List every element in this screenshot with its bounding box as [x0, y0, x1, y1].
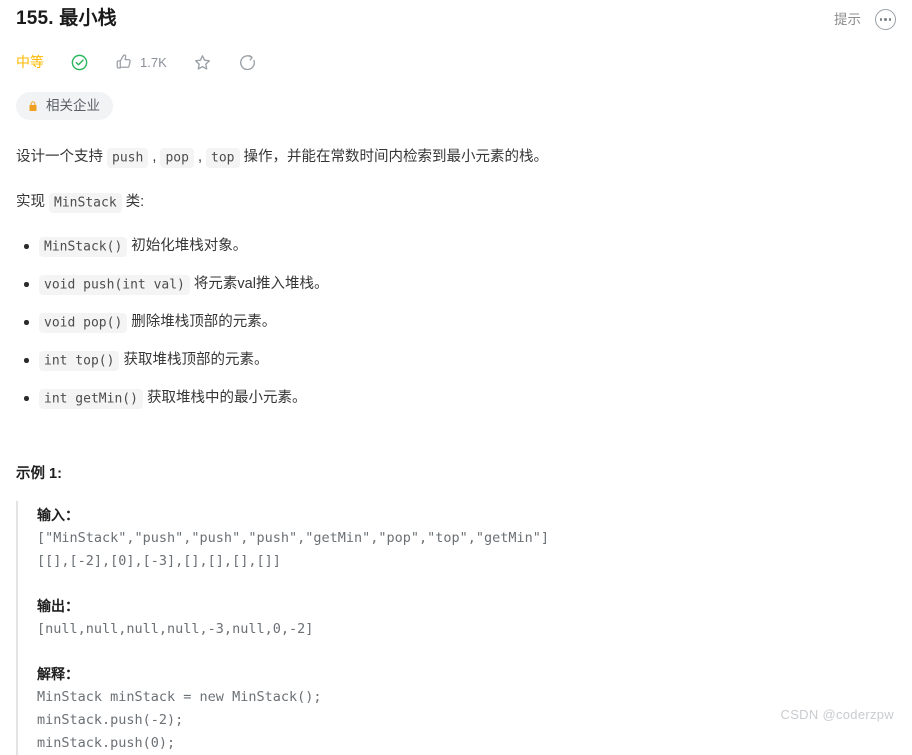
description-paragraph-2: 实现 MinStack 类:: [16, 189, 896, 216]
method-description: 初始化堆栈对象。: [127, 238, 248, 254]
explanation-value: MinStack minStack = new MinStack(); minS…: [37, 689, 322, 751]
method-signature: int top(): [39, 350, 120, 371]
list-item: int getMin() 获取堆栈中的最小元素。: [24, 386, 896, 411]
star-icon: [193, 53, 212, 72]
method-signature: int getMin(): [39, 388, 143, 409]
related-companies-label: 相关企业: [46, 98, 100, 113]
tag-row: 相关企业: [16, 92, 896, 120]
methods-list: MinStack() 初始化堆栈对象。 void push(int val) 将…: [16, 234, 896, 411]
share-button[interactable]: [238, 53, 257, 72]
like-button[interactable]: 1.7K: [115, 53, 167, 71]
method-description: 获取堆栈中的最小元素。: [142, 390, 307, 406]
desc-sep-1: ,: [148, 149, 161, 165]
input-label: 输入：: [37, 507, 79, 523]
method-description: 获取堆栈顶部的元素。: [119, 352, 269, 368]
lock-icon: [27, 100, 39, 113]
method-signature: MinStack(): [39, 236, 128, 257]
example-heading: 示例 1:: [16, 466, 62, 482]
code-pop: pop: [160, 147, 194, 168]
favorite-button[interactable]: [193, 53, 212, 72]
method-signature: void pop(): [39, 312, 128, 333]
title-actions: 提示: [834, 6, 896, 30]
input-value: ["MinStack","push","push","push","getMin…: [37, 530, 550, 569]
example-input-group: 输入： ["MinStack","push","push","push","ge…: [37, 503, 896, 573]
share-icon: [238, 53, 257, 72]
impl-text-a: 实现: [16, 194, 50, 210]
code-minstack: MinStack: [49, 192, 122, 213]
page-title: 155. 最小栈: [16, 8, 117, 29]
list-item: MinStack() 初始化堆栈对象。: [24, 234, 896, 259]
meta-row: 中等 1.7K: [16, 48, 896, 76]
explanation-label: 解释：: [37, 666, 79, 682]
desc-text-b: 操作，并能在常数时间内检索到最小元素的栈。: [239, 149, 549, 165]
method-signature: void push(int val): [39, 274, 190, 295]
list-item: int top() 获取堆栈顶部的元素。: [24, 348, 896, 373]
impl-text-b: 类:: [121, 194, 145, 210]
example-explanation-group: 解释： MinStack minStack = new MinStack(); …: [37, 662, 896, 755]
method-description: 将元素val推入堆栈。: [189, 276, 329, 292]
difficulty-label[interactable]: 中等: [16, 52, 44, 72]
list-item: void push(int val) 将元素val推入堆栈。: [24, 272, 896, 297]
desc-sep-2: ,: [193, 149, 207, 165]
example-output-group: 输出： [null,null,null,null,-3,null,0,-2]: [37, 594, 896, 641]
like-count: 1.7K: [140, 54, 167, 70]
code-push: push: [107, 147, 149, 168]
more-options-icon[interactable]: [875, 9, 896, 30]
list-item: void pop() 删除堆栈顶部的元素。: [24, 310, 896, 335]
output-value: [null,null,null,null,-3,null,0,-2]: [37, 621, 314, 637]
description-paragraph-1: 设计一个支持 push , pop , top 操作，并能在常数时间内检索到最小…: [16, 144, 896, 171]
hint-link[interactable]: 提示: [834, 10, 861, 30]
desc-text-a: 设计一个支持: [16, 149, 108, 165]
method-description: 删除堆栈顶部的元素。: [127, 314, 277, 330]
title-row: 155. 最小栈 提示: [16, 0, 896, 32]
problem-page: 155. 最小栈 提示 中等 1.7K 相关企业 设计一个支持 push , p…: [0, 0, 912, 755]
watermark: CSDN @coderzpw: [780, 707, 894, 722]
output-label: 输出：: [37, 598, 79, 614]
solved-status-button[interactable]: [70, 53, 89, 72]
related-companies-tag[interactable]: 相关企业: [16, 92, 113, 120]
code-top: top: [206, 147, 240, 168]
check-circle-icon: [70, 53, 89, 72]
example-block: 输入： ["MinStack","push","push","push","ge…: [16, 501, 896, 755]
thumbs-up-icon: [115, 53, 133, 71]
